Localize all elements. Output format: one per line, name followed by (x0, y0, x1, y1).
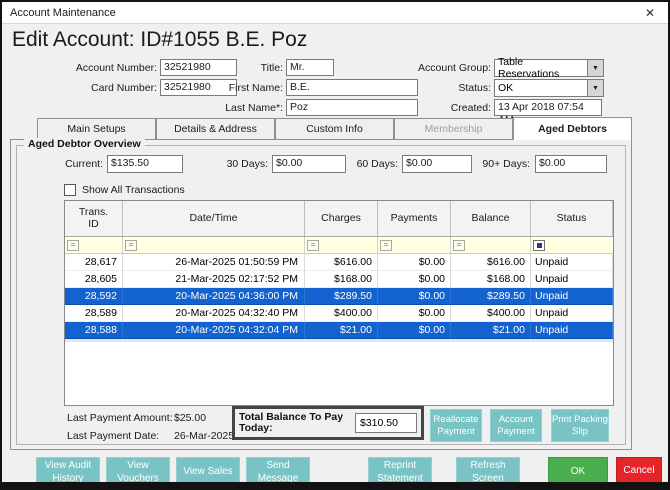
days90-label: 90+ Days: (478, 158, 530, 170)
col-status[interactable]: Status (531, 201, 613, 236)
table-row-selected[interactable]: 28,592 20-Mar-2025 04:36:00 PM $289.50 $… (65, 288, 613, 305)
days30-label: 30 Days: (223, 158, 268, 170)
reallocate-payment-button[interactable]: Reallocate Payment (430, 409, 482, 442)
status-cell: Unpaid (531, 288, 613, 305)
filter-row: = = = = = (65, 237, 613, 254)
table-row[interactable]: 28,617 26-Mar-2025 01:50:59 PM $616.00 $… (65, 254, 613, 271)
days60-field[interactable]: $0.00 (402, 155, 472, 173)
balance-cell: $21.00 (451, 322, 531, 339)
total-balance-field[interactable]: $310.50 (355, 413, 417, 433)
total-balance-highlight-box: Total Balance To Pay Today: $310.50 (232, 406, 424, 440)
col-trans-id[interactable]: Trans. ID (65, 201, 123, 236)
charges-cell: $400.00 (305, 305, 378, 322)
trans-id-cell: 28,592 (65, 288, 123, 305)
table-row[interactable]: 28,605 21-Mar-2025 02:17:52 PM $168.00 $… (65, 271, 613, 288)
payments-cell: $0.00 (378, 288, 451, 305)
last-payment-date-value: 26-Mar-2025 (174, 430, 234, 442)
account-maintenance-window: Account Maintenance ✕ Edit Account: ID#1… (0, 0, 670, 490)
datetime-cell: 20-Mar-2025 04:32:04 PM (123, 322, 305, 339)
last-payment-date-label: Last Payment Date: (67, 430, 159, 442)
current-field[interactable]: $135.50 (107, 155, 183, 173)
payments-cell: $0.00 (378, 254, 451, 271)
row-highlight-strip (65, 339, 613, 342)
trans-id-cell: 28,588 (65, 322, 123, 339)
filter-icon[interactable]: = (307, 240, 319, 251)
col-datetime[interactable]: Date/Time (123, 201, 305, 236)
last-payment-amount-label: Last Payment Amount: (67, 412, 173, 424)
balance-cell: $168.00 (451, 271, 531, 288)
datetime-cell: 26-Mar-2025 01:50:59 PM (123, 254, 305, 271)
status-cell: Unpaid (531, 254, 613, 271)
trans-id-cell: 28,617 (65, 254, 123, 271)
charges-cell: $616.00 (305, 254, 378, 271)
filter-icon[interactable]: = (453, 240, 465, 251)
trans-id-cell: 28,589 (65, 305, 123, 322)
col-payments[interactable]: Payments (378, 201, 451, 236)
datetime-cell: 20-Mar-2025 04:36:00 PM (123, 288, 305, 305)
filter-icon[interactable]: = (125, 240, 137, 251)
col-charges[interactable]: Charges (305, 201, 378, 236)
table-row-selected[interactable]: 28,588 20-Mar-2025 04:32:04 PM $21.00 $0… (65, 322, 613, 339)
show-all-transactions-label: Show All Transactions (82, 184, 185, 196)
payments-cell: $0.00 (378, 271, 451, 288)
last-payment-amount-value: $25.00 (174, 412, 206, 424)
charges-cell: $21.00 (305, 322, 378, 339)
charges-cell: $168.00 (305, 271, 378, 288)
status-cell: Unpaid (531, 271, 613, 288)
days30-field[interactable]: $0.00 (272, 155, 346, 173)
balance-cell: $400.00 (451, 305, 531, 322)
days90-field[interactable]: $0.00 (535, 155, 607, 173)
col-balance[interactable]: Balance (451, 201, 531, 236)
payments-cell: $0.00 (378, 322, 451, 339)
datetime-cell: 20-Mar-2025 04:32:40 PM (123, 305, 305, 322)
status-cell: Unpaid (531, 305, 613, 322)
table-header-row: Trans. ID Date/Time Charges Payments Bal… (65, 201, 613, 237)
current-label: Current: (57, 158, 103, 170)
account-payment-button[interactable]: Account Payment (490, 409, 542, 442)
status-cell: Unpaid (531, 322, 613, 339)
trans-id-cell: 28,605 (65, 271, 123, 288)
show-all-transactions-checkbox[interactable] (64, 184, 76, 196)
transactions-table: Trans. ID Date/Time Charges Payments Bal… (64, 200, 614, 406)
days60-label: 60 Days: (353, 158, 398, 170)
total-balance-label: Total Balance To Pay Today: (239, 412, 355, 434)
print-packing-slip-button[interactable]: Print Packing Slip (551, 409, 609, 442)
datetime-cell: 21-Mar-2025 02:17:52 PM (123, 271, 305, 288)
status-filter-icon[interactable] (533, 240, 545, 251)
balance-cell: $289.50 (451, 288, 531, 305)
filter-icon[interactable]: = (380, 240, 392, 251)
filter-icon[interactable]: = (67, 240, 79, 251)
charges-cell: $289.50 (305, 288, 378, 305)
table-row[interactable]: 28,589 20-Mar-2025 04:32:40 PM $400.00 $… (65, 305, 613, 322)
balance-cell: $616.00 (451, 254, 531, 271)
payments-cell: $0.00 (378, 305, 451, 322)
